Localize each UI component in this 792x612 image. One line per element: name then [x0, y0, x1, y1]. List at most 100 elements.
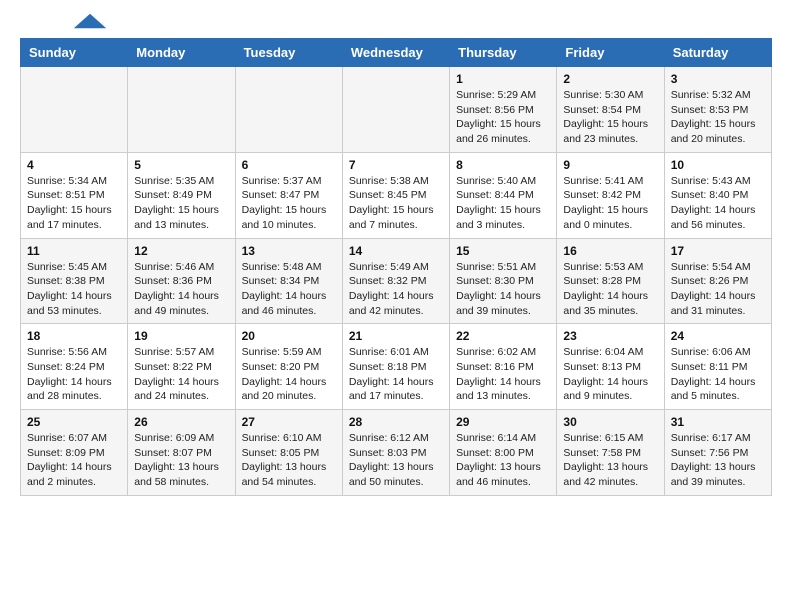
- calendar-cell: 23 Sunrise: 6:04 AM Sunset: 8:13 PM Dayli…: [557, 324, 664, 410]
- day-of-week-header: Saturday: [664, 39, 771, 67]
- calendar-cell: 30 Sunrise: 6:15 AM Sunset: 7:58 PM Dayli…: [557, 410, 664, 496]
- day-info: Sunrise: 6:02 AM Sunset: 8:16 PM Dayligh…: [456, 345, 550, 404]
- calendar-cell: 11 Sunrise: 5:45 AM Sunset: 8:38 PM Dayli…: [21, 238, 128, 324]
- calendar-header-row: SundayMondayTuesdayWednesdayThursdayFrid…: [21, 39, 772, 67]
- logo-icon: [72, 12, 108, 30]
- day-number: 30: [563, 415, 657, 429]
- day-of-week-header: Sunday: [21, 39, 128, 67]
- calendar-cell: 29 Sunrise: 6:14 AM Sunset: 8:00 PM Dayli…: [450, 410, 557, 496]
- day-info: Sunrise: 6:15 AM Sunset: 7:58 PM Dayligh…: [563, 431, 657, 490]
- day-number: 17: [671, 244, 765, 258]
- day-info: Sunrise: 5:57 AM Sunset: 8:22 PM Dayligh…: [134, 345, 228, 404]
- day-number: 29: [456, 415, 550, 429]
- calendar-week-row: 4 Sunrise: 5:34 AM Sunset: 8:51 PM Daylig…: [21, 152, 772, 238]
- calendar-cell: 25 Sunrise: 6:07 AM Sunset: 8:09 PM Dayli…: [21, 410, 128, 496]
- calendar-cell: 4 Sunrise: 5:34 AM Sunset: 8:51 PM Daylig…: [21, 152, 128, 238]
- day-of-week-header: Tuesday: [235, 39, 342, 67]
- calendar-cell: 15 Sunrise: 5:51 AM Sunset: 8:30 PM Dayli…: [450, 238, 557, 324]
- calendar-cell: 8 Sunrise: 5:40 AM Sunset: 8:44 PM Daylig…: [450, 152, 557, 238]
- day-number: 1: [456, 72, 550, 86]
- day-info: Sunrise: 5:46 AM Sunset: 8:36 PM Dayligh…: [134, 260, 228, 319]
- day-info: Sunrise: 6:17 AM Sunset: 7:56 PM Dayligh…: [671, 431, 765, 490]
- day-of-week-header: Friday: [557, 39, 664, 67]
- day-info: Sunrise: 5:41 AM Sunset: 8:42 PM Dayligh…: [563, 174, 657, 233]
- calendar-cell: 22 Sunrise: 6:02 AM Sunset: 8:16 PM Dayli…: [450, 324, 557, 410]
- day-number: 8: [456, 158, 550, 172]
- day-of-week-header: Thursday: [450, 39, 557, 67]
- day-info: Sunrise: 5:45 AM Sunset: 8:38 PM Dayligh…: [27, 260, 121, 319]
- day-info: Sunrise: 6:06 AM Sunset: 8:11 PM Dayligh…: [671, 345, 765, 404]
- day-number: 25: [27, 415, 121, 429]
- day-number: 5: [134, 158, 228, 172]
- day-number: 21: [349, 329, 443, 343]
- day-info: Sunrise: 5:35 AM Sunset: 8:49 PM Dayligh…: [134, 174, 228, 233]
- day-info: Sunrise: 5:54 AM Sunset: 8:26 PM Dayligh…: [671, 260, 765, 319]
- day-info: Sunrise: 6:10 AM Sunset: 8:05 PM Dayligh…: [242, 431, 336, 490]
- calendar-cell: 14 Sunrise: 5:49 AM Sunset: 8:32 PM Dayli…: [342, 238, 449, 324]
- calendar-cell: [21, 67, 128, 153]
- calendar-cell: 7 Sunrise: 5:38 AM Sunset: 8:45 PM Daylig…: [342, 152, 449, 238]
- day-number: 3: [671, 72, 765, 86]
- calendar-cell: 5 Sunrise: 5:35 AM Sunset: 8:49 PM Daylig…: [128, 152, 235, 238]
- day-number: 16: [563, 244, 657, 258]
- day-number: 22: [456, 329, 550, 343]
- day-info: Sunrise: 6:14 AM Sunset: 8:00 PM Dayligh…: [456, 431, 550, 490]
- calendar-cell: 20Sunrise: 5:59 AM Sunset: 8:20 PM Dayli…: [235, 324, 342, 410]
- day-number: 15: [456, 244, 550, 258]
- calendar-cell: 12 Sunrise: 5:46 AM Sunset: 8:36 PM Dayli…: [128, 238, 235, 324]
- day-info: Sunrise: 6:09 AM Sunset: 8:07 PM Dayligh…: [134, 431, 228, 490]
- calendar-cell: 16Sunrise: 5:53 AM Sunset: 8:28 PM Dayli…: [557, 238, 664, 324]
- day-of-week-header: Wednesday: [342, 39, 449, 67]
- calendar-week-row: 18Sunrise: 5:56 AM Sunset: 8:24 PM Dayli…: [21, 324, 772, 410]
- day-info: Sunrise: 5:32 AM Sunset: 8:53 PM Dayligh…: [671, 88, 765, 147]
- calendar-cell: 9 Sunrise: 5:41 AM Sunset: 8:42 PM Daylig…: [557, 152, 664, 238]
- calendar-cell: [235, 67, 342, 153]
- calendar-cell: 6Sunrise: 5:37 AM Sunset: 8:47 PM Daylig…: [235, 152, 342, 238]
- page-header: [20, 16, 772, 30]
- day-info: Sunrise: 5:29 AM Sunset: 8:56 PM Dayligh…: [456, 88, 550, 147]
- day-number: 9: [563, 158, 657, 172]
- day-info: Sunrise: 5:43 AM Sunset: 8:40 PM Dayligh…: [671, 174, 765, 233]
- calendar-cell: 28 Sunrise: 6:12 AM Sunset: 8:03 PM Dayli…: [342, 410, 449, 496]
- day-number: 7: [349, 158, 443, 172]
- day-number: 28: [349, 415, 443, 429]
- day-info: Sunrise: 6:04 AM Sunset: 8:13 PM Dayligh…: [563, 345, 657, 404]
- day-info: Sunrise: 5:48 AM Sunset: 8:34 PM Dayligh…: [242, 260, 336, 319]
- calendar-cell: 10 Sunrise: 5:43 AM Sunset: 8:40 PM Dayli…: [664, 152, 771, 238]
- day-number: 12: [134, 244, 228, 258]
- calendar-cell: 19Sunrise: 5:57 AM Sunset: 8:22 PM Dayli…: [128, 324, 235, 410]
- day-info: Sunrise: 5:51 AM Sunset: 8:30 PM Dayligh…: [456, 260, 550, 319]
- day-info: Sunrise: 5:56 AM Sunset: 8:24 PM Dayligh…: [27, 345, 121, 404]
- day-info: Sunrise: 6:12 AM Sunset: 8:03 PM Dayligh…: [349, 431, 443, 490]
- calendar-week-row: 1 Sunrise: 5:29 AM Sunset: 8:56 PM Daylig…: [21, 67, 772, 153]
- calendar-cell: 2 Sunrise: 5:30 AM Sunset: 8:54 PM Daylig…: [557, 67, 664, 153]
- day-info: Sunrise: 5:49 AM Sunset: 8:32 PM Dayligh…: [349, 260, 443, 319]
- day-info: Sunrise: 5:30 AM Sunset: 8:54 PM Dayligh…: [563, 88, 657, 147]
- day-number: 4: [27, 158, 121, 172]
- calendar-cell: 1 Sunrise: 5:29 AM Sunset: 8:56 PM Daylig…: [450, 67, 557, 153]
- day-number: 10: [671, 158, 765, 172]
- day-number: 11: [27, 244, 121, 258]
- calendar-week-row: 11 Sunrise: 5:45 AM Sunset: 8:38 PM Dayli…: [21, 238, 772, 324]
- day-number: 13: [242, 244, 336, 258]
- day-of-week-header: Monday: [128, 39, 235, 67]
- day-number: 23: [563, 329, 657, 343]
- day-number: 26: [134, 415, 228, 429]
- calendar-cell: 3 Sunrise: 5:32 AM Sunset: 8:53 PM Daylig…: [664, 67, 771, 153]
- day-number: 2: [563, 72, 657, 86]
- calendar-week-row: 25 Sunrise: 6:07 AM Sunset: 8:09 PM Dayli…: [21, 410, 772, 496]
- day-number: 20: [242, 329, 336, 343]
- day-info: Sunrise: 5:40 AM Sunset: 8:44 PM Dayligh…: [456, 174, 550, 233]
- day-number: 24: [671, 329, 765, 343]
- calendar-cell: 21 Sunrise: 6:01 AM Sunset: 8:18 PM Dayli…: [342, 324, 449, 410]
- day-info: Sunrise: 6:01 AM Sunset: 8:18 PM Dayligh…: [349, 345, 443, 404]
- calendar-cell: 31Sunrise: 6:17 AM Sunset: 7:56 PM Dayli…: [664, 410, 771, 496]
- calendar-table: SundayMondayTuesdayWednesdayThursdayFrid…: [20, 38, 772, 496]
- logo: [20, 16, 108, 30]
- day-info: Sunrise: 5:34 AM Sunset: 8:51 PM Dayligh…: [27, 174, 121, 233]
- day-info: Sunrise: 5:38 AM Sunset: 8:45 PM Dayligh…: [349, 174, 443, 233]
- day-info: Sunrise: 6:07 AM Sunset: 8:09 PM Dayligh…: [27, 431, 121, 490]
- calendar-cell: 26 Sunrise: 6:09 AM Sunset: 8:07 PM Dayli…: [128, 410, 235, 496]
- day-number: 14: [349, 244, 443, 258]
- day-info: Sunrise: 5:37 AM Sunset: 8:47 PM Dayligh…: [242, 174, 336, 233]
